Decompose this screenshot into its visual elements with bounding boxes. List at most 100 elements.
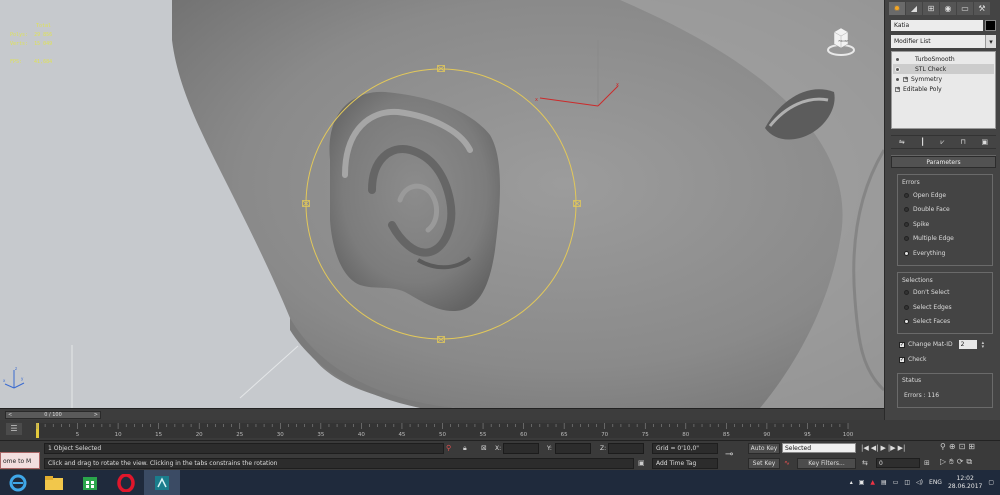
create-tab-icon[interactable]: ✹	[889, 2, 905, 15]
eye-icon[interactable]	[895, 56, 900, 62]
eye-icon[interactable]	[895, 76, 900, 82]
key-mode-toggle-icon[interactable]: ⇆	[862, 458, 868, 468]
ruler-label: 30	[277, 432, 284, 438]
tray-messaging-icon[interactable]: ▤	[881, 479, 887, 486]
radio-double-face[interactable]: Double Face	[902, 203, 989, 218]
battery-icon[interactable]: ▭	[893, 479, 899, 486]
frame-ruler[interactable]: 5 10 15 20 25 30 35 40 45 50 55 60 65 70 75 80 85 90 95 100	[0, 420, 884, 440]
notifications-icon[interactable]: ▢	[988, 479, 994, 486]
selections-group: Selections Don't Select Select Edges Sel…	[897, 271, 993, 334]
network-icon[interactable]: ◫	[904, 479, 910, 486]
stack-item-editable-poly[interactable]: + Editable Poly	[893, 84, 994, 94]
tray-app-icon[interactable]: ▣	[859, 479, 865, 486]
current-frame-marker[interactable]	[36, 423, 39, 438]
maximize-viewport-icon[interactable]: ⧉	[966, 457, 972, 467]
y-coordinate-input[interactable]	[555, 443, 591, 454]
adobe-icon[interactable]: ▲	[870, 479, 875, 486]
zoom-extents-icon[interactable]: ⊡	[959, 442, 966, 451]
make-unique-icon[interactable]: ⩗	[941, 138, 945, 147]
opera-icon[interactable]	[108, 470, 144, 495]
radio-select-faces[interactable]: Select Faces	[902, 315, 989, 330]
absolute-mode-icon[interactable]: ⊠	[481, 443, 487, 453]
store-icon[interactable]	[72, 470, 108, 495]
isolate-selection-icon[interactable]: ⚲	[446, 443, 451, 453]
auto-key-button[interactable]: Auto Key	[748, 443, 780, 454]
time-slider[interactable]: < 0 / 100 >	[5, 411, 101, 419]
expand-icon[interactable]: +	[903, 76, 908, 82]
stack-item-stl-check[interactable]: STL Check	[893, 64, 994, 74]
time-configuration-icon[interactable]: ⊞	[924, 458, 930, 468]
stack-item-turbosmooth[interactable]: TurboSmooth	[893, 54, 994, 64]
pan-icon[interactable]: ✋︎	[949, 457, 954, 467]
internet-explorer-icon[interactable]	[0, 470, 36, 495]
tray-chevron-icon[interactable]: ▴	[850, 479, 853, 486]
3ds-max-taskbar-icon[interactable]	[144, 470, 180, 495]
next-frame-icon[interactable]: |▶	[888, 444, 896, 452]
z-coordinate-input[interactable]	[608, 443, 644, 454]
motion-tab-icon[interactable]: ◉	[940, 2, 956, 15]
set-key-button[interactable]: Set Key	[748, 458, 780, 469]
current-frame-input[interactable]: 0	[876, 458, 920, 468]
svg-text:x: x	[616, 82, 619, 88]
modify-tab-icon[interactable]: ◢	[906, 2, 922, 15]
clock[interactable]: 12:02 28.06.2017	[948, 475, 982, 491]
change-mat-id-checkbox[interactable]: ✓	[899, 341, 905, 348]
hierarchy-tab-icon[interactable]: ⊞	[923, 2, 939, 15]
pin-stack-icon[interactable]: ⇋	[899, 138, 905, 146]
ruler-label: 15	[155, 432, 162, 438]
orbit-icon[interactable]: ⟳	[957, 457, 964, 467]
lock-selection-icon[interactable]: 🔒︎	[463, 443, 467, 453]
play-icon[interactable]: ▶	[881, 444, 886, 452]
object-name-field[interactable]: Katia	[891, 20, 983, 31]
field-of-view-icon[interactable]: ▷	[940, 457, 946, 467]
display-tab-icon[interactable]: ▭	[957, 2, 973, 15]
svg-text:y: y	[21, 376, 24, 381]
key-filters-button[interactable]: Key Filters...	[797, 458, 856, 469]
key-filters-icon[interactable]: ∿	[784, 458, 790, 468]
go-to-start-icon[interactable]: |◀	[861, 444, 869, 452]
viewcube[interactable]: FRONT	[826, 22, 856, 58]
file-explorer-icon[interactable]	[36, 470, 72, 495]
add-time-tag[interactable]: Add Time Tag	[652, 458, 718, 469]
radio-spike[interactable]: Spike	[902, 217, 989, 232]
x-coordinate-input[interactable]	[503, 443, 539, 454]
language-indicator[interactable]: ENG	[929, 479, 942, 486]
configure-modifier-sets-icon[interactable]: ▣	[981, 138, 988, 146]
next-frame-icon[interactable]: >	[94, 412, 98, 418]
key-mode-dropdown[interactable]: Selected	[782, 443, 856, 453]
show-end-result-icon[interactable]: ┃	[921, 138, 925, 146]
eye-icon[interactable]	[895, 66, 900, 72]
ruler-label: 100	[843, 432, 854, 438]
radio-dont-select[interactable]: Don't Select	[902, 286, 989, 301]
errors-group: Errors Open Edge Double Face Spike Multi…	[897, 174, 993, 266]
maxscript-listener[interactable]: ome to M	[0, 452, 40, 469]
mat-id-spinner[interactable]: 2	[958, 340, 977, 349]
radio-select-edges[interactable]: Select Edges	[902, 300, 989, 315]
time-tag-icon[interactable]: ▣	[638, 458, 645, 468]
zoom-icon[interactable]: ⚲	[940, 442, 946, 451]
key-icon[interactable]: ⊸	[725, 450, 733, 460]
modifier-list-dropdown[interactable]: Modifier List ▾	[891, 35, 996, 48]
check-checkbox[interactable]: ✓	[899, 356, 905, 363]
utilities-tab-icon[interactable]: ⚒	[974, 2, 990, 15]
rollout-title[interactable]: Parameters	[891, 156, 996, 168]
radio-multiple-edge[interactable]: Multiple Edge	[902, 232, 989, 247]
radio-open-edge[interactable]: Open Edge	[902, 188, 989, 203]
volume-icon[interactable]: ◁)	[916, 479, 923, 486]
go-to-end-icon[interactable]: ▶|	[898, 444, 906, 452]
y-label: Y:	[547, 445, 552, 452]
stats-header: Total	[36, 23, 52, 29]
expand-icon[interactable]: +	[895, 86, 900, 92]
zoom-all-icon[interactable]: ⊕	[949, 442, 956, 451]
viewport-render: x x x y z	[3, 0, 884, 408]
remove-modifier-icon[interactable]: ⊓	[960, 138, 965, 146]
radio-everything[interactable]: Everything	[902, 246, 989, 261]
spinner-arrows-icon[interactable]: ▴ ▾	[982, 340, 985, 349]
stack-item-symmetry[interactable]: + Symmetry	[893, 74, 994, 84]
object-color-swatch[interactable]	[985, 20, 996, 31]
perspective-viewport[interactable]: x x x y z Total Polys: 29 856 Verts: 15 …	[0, 0, 884, 408]
track-bar[interactable]: ☰ 5 10 15 20 25 30 35 40 45 50 55 60 65 70 75 80 85 90 95 1…	[0, 420, 1000, 440]
zoom-extents-all-icon[interactable]: ⊞	[968, 442, 975, 451]
svg-text:x: x	[3, 378, 6, 383]
previous-frame-icon[interactable]: ◀|	[871, 444, 879, 452]
